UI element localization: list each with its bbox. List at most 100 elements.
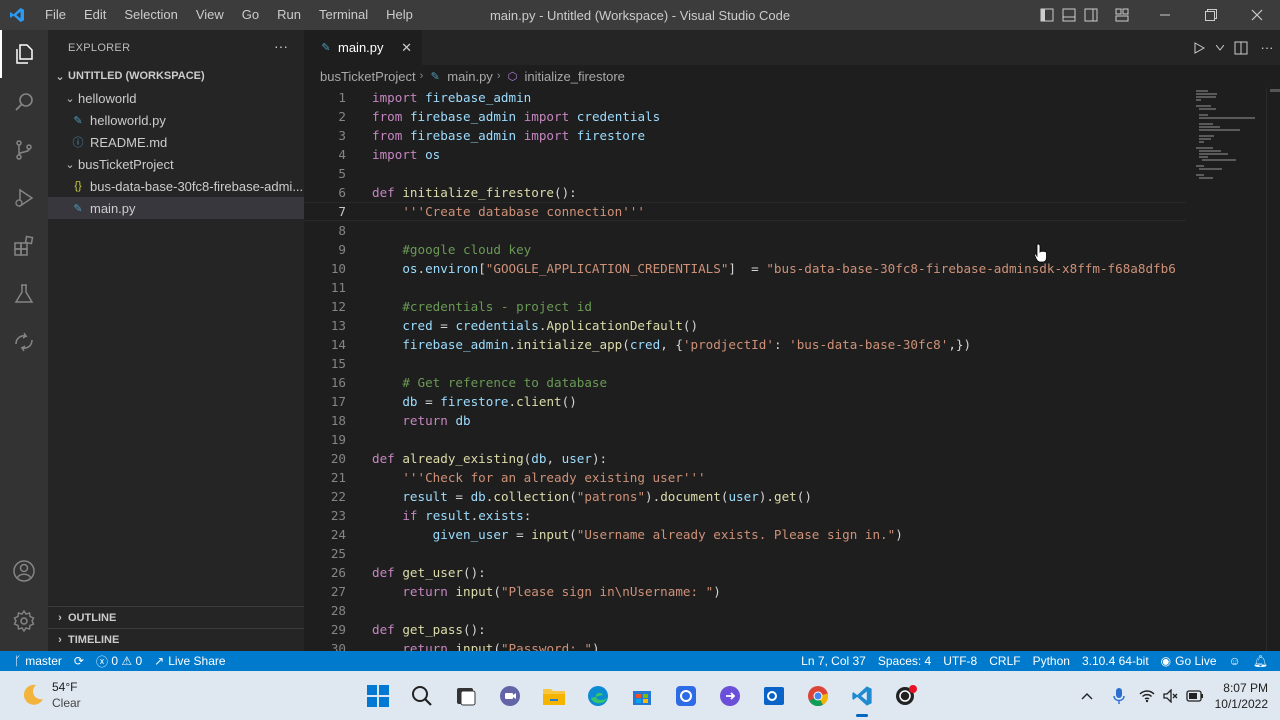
code-line[interactable]: 11 <box>304 278 1186 297</box>
code-line[interactable]: 20 def already_existing(db, user): <box>304 449 1186 468</box>
code-line[interactable]: 21 '''Check for an already existing user… <box>304 468 1186 487</box>
folder-busticketproject[interactable]: ⌄ busTicketProject <box>48 153 304 175</box>
file-firebase-json[interactable]: {} bus-data-base-30fc8-firebase-admi... <box>48 175 304 197</box>
minimize-icon[interactable] <box>1142 0 1188 30</box>
code-line[interactable]: 19 <box>304 430 1186 449</box>
restore-icon[interactable] <box>1188 0 1234 30</box>
code-line[interactable]: 29 def get_pass(): <box>304 620 1186 639</box>
go-live-button[interactable]: ◉ Go Live <box>1155 651 1223 671</box>
file-explorer-icon[interactable] <box>532 671 576 720</box>
code-line[interactable]: 9 #google cloud key <box>304 240 1186 259</box>
code-line[interactable]: 15 <box>304 354 1186 373</box>
language-mode[interactable]: Python <box>1027 651 1076 671</box>
customize-layout-icon[interactable] <box>1102 0 1142 30</box>
outline-section[interactable]: › OUTLINE <box>48 606 304 628</box>
source-control-icon[interactable] <box>0 126 48 174</box>
menu-edit[interactable]: Edit <box>75 0 115 30</box>
chevron-down-icon[interactable] <box>1212 30 1228 65</box>
settings-gear-icon[interactable] <box>0 597 48 645</box>
close-tab-icon[interactable]: ✕ <box>401 40 412 56</box>
split-editor-icon[interactable] <box>1228 30 1254 65</box>
cursor-position[interactable]: Ln 7, Col 37 <box>795 651 872 671</box>
taskbar-search-icon[interactable] <box>400 671 444 720</box>
breadcrumb-symbol[interactable]: initialize_firestore <box>524 69 624 84</box>
file-readme-md[interactable]: ⓘ README.md <box>48 131 304 153</box>
testing-icon[interactable] <box>0 270 48 318</box>
code-line[interactable]: 13 cred = credentials.ApplicationDefault… <box>304 316 1186 335</box>
task-view-icon[interactable] <box>444 671 488 720</box>
toggle-primary-sidebar-icon[interactable] <box>1036 0 1058 30</box>
code-line[interactable]: 6 def initialize_firestore(): <box>304 183 1186 202</box>
code-line[interactable]: 26 def get_user(): <box>304 563 1186 582</box>
vertical-scrollbar[interactable] <box>1266 87 1280 651</box>
workspace-header[interactable]: ⌄ UNTITLED (WORKSPACE) <box>48 65 304 87</box>
code-line[interactable]: 25 <box>304 544 1186 563</box>
extensions-icon[interactable] <box>0 222 48 270</box>
code-line[interactable]: 1 import firebase_admin <box>304 88 1186 107</box>
code-line[interactable]: 8 <box>304 221 1186 240</box>
microsoft-store-icon[interactable] <box>620 671 664 720</box>
show-hidden-icons-icon[interactable] <box>1071 671 1103 720</box>
battery-icon[interactable] <box>1183 671 1207 720</box>
chrome-icon[interactable] <box>796 671 840 720</box>
outlook-icon[interactable] <box>752 671 796 720</box>
windows-start-icon[interactable] <box>356 671 400 720</box>
file-helloworld-py[interactable]: ✎ helloworld.py <box>48 109 304 131</box>
code-line[interactable]: 23 if result.exists: <box>304 506 1186 525</box>
sync-icon[interactable]: ⟳ <box>68 651 90 671</box>
accounts-icon[interactable] <box>0 547 48 595</box>
edge-browser-icon[interactable] <box>576 671 620 720</box>
menu-help[interactable]: Help <box>377 0 422 30</box>
code-line[interactable]: 17 db = firestore.client() <box>304 392 1186 411</box>
weather-widget[interactable]: 54°F Clear <box>20 679 81 711</box>
notifications-bell-icon[interactable]: 🔔︎ <box>1247 651 1280 671</box>
explorer-icon[interactable] <box>0 30 48 78</box>
run-debug-icon[interactable] <box>0 174 48 222</box>
python-interpreter[interactable]: 3.10.4 64-bit <box>1076 651 1155 671</box>
system-clock[interactable]: 8:07 PM 10/1/2022 <box>1207 680 1280 712</box>
tab-main-py[interactable]: ✎ main.py ✕ <box>304 30 422 65</box>
line-ending[interactable]: CRLF <box>983 651 1026 671</box>
search-icon[interactable] <box>0 78 48 126</box>
menu-terminal[interactable]: Terminal <box>310 0 377 30</box>
folder-helloworld[interactable]: ⌄ helloworld <box>48 87 304 109</box>
menu-selection[interactable]: Selection <box>115 0 186 30</box>
code-line[interactable]: 24 given_user = input("Username already … <box>304 525 1186 544</box>
code-line[interactable]: 12 #credentials - project id <box>304 297 1186 316</box>
menu-file[interactable]: File <box>36 0 75 30</box>
code-line[interactable]: 7 '''Create database connection''' <box>304 202 1186 221</box>
code-editor[interactable]: 1 import firebase_admin 2 from firebase_adm… <box>304 87 1186 651</box>
remote-explorer-icon[interactable] <box>0 318 48 366</box>
more-actions-icon[interactable]: ··· <box>274 38 288 54</box>
branch-status[interactable]: ᚴ master <box>0 651 68 671</box>
purple-app-icon[interactable] <box>708 671 752 720</box>
menu-run[interactable]: Run <box>268 0 310 30</box>
code-line[interactable]: 3 from firebase_admin import firestore <box>304 126 1186 145</box>
code-line[interactable]: 18 return db <box>304 411 1186 430</box>
run-python-file-icon[interactable] <box>1186 30 1212 65</box>
code-line[interactable]: 28 <box>304 601 1186 620</box>
code-line[interactable]: 5 <box>304 164 1186 183</box>
timeline-section[interactable]: › TIMELINE <box>48 628 304 650</box>
more-actions-icon[interactable]: ··· <box>1254 30 1280 65</box>
wifi-icon[interactable] <box>1135 671 1159 720</box>
code-line[interactable]: 10 os.environ["GOOGLE_APPLICATION_CREDEN… <box>304 259 1186 278</box>
breadcrumb-file[interactable]: main.py <box>447 69 493 84</box>
live-share-button[interactable]: ↗ Live Share <box>148 651 231 671</box>
feedback-icon[interactable]: ☺ <box>1223 651 1247 671</box>
microphone-icon[interactable] <box>1103 671 1135 720</box>
code-line[interactable]: 4 import os <box>304 145 1186 164</box>
problems-status[interactable]: ⓧ 0 ⚠ 0 <box>90 651 148 671</box>
code-line[interactable]: 2 from firebase_admin import credentials <box>304 107 1186 126</box>
menu-view[interactable]: View <box>187 0 233 30</box>
volume-muted-icon[interactable] <box>1159 671 1183 720</box>
code-line[interactable]: 16 # Get reference to database <box>304 373 1186 392</box>
vscode-taskbar-icon[interactable] <box>840 671 884 720</box>
menu-go[interactable]: Go <box>233 0 268 30</box>
obs-recording-icon[interactable] <box>884 671 928 720</box>
indentation[interactable]: Spaces: 4 <box>872 651 937 671</box>
toggle-panel-icon[interactable] <box>1058 0 1080 30</box>
code-line[interactable]: 27 return input("Please sign in\nUsernam… <box>304 582 1186 601</box>
code-line[interactable]: 14 firebase_admin.initialize_app(cred, {… <box>304 335 1186 354</box>
close-window-icon[interactable] <box>1234 0 1280 30</box>
